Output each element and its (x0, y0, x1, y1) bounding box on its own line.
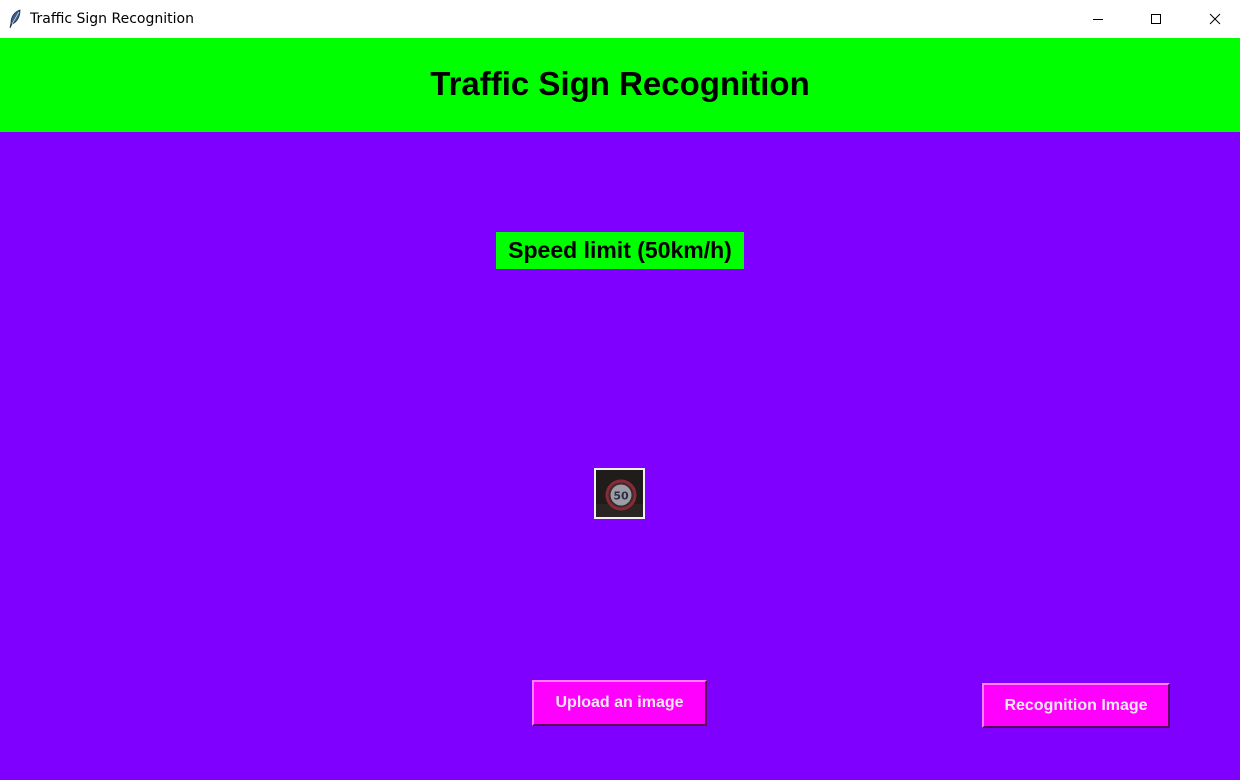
minimize-button[interactable] (1069, 0, 1127, 38)
upload-image-button[interactable]: Upload an image (532, 680, 707, 726)
close-button[interactable] (1186, 0, 1240, 38)
header-banner: Traffic Sign Recognition (0, 38, 1240, 132)
prediction-label: Speed limit (50km/h) (496, 232, 744, 269)
uploaded-image: 50 (594, 468, 645, 519)
app-window: Traffic Sign Recognition Traffic Sign Re… (0, 0, 1240, 780)
title-bar[interactable]: Traffic Sign Recognition (0, 0, 1240, 38)
page-title: Traffic Sign Recognition (430, 65, 810, 102)
close-icon (1209, 13, 1221, 25)
speed-limit-sign-icon: 50 (596, 470, 643, 517)
minimize-icon (1092, 13, 1104, 25)
recognition-image-button[interactable]: Recognition Image (982, 683, 1170, 728)
sign-number: 50 (613, 490, 629, 503)
window-title: Traffic Sign Recognition (30, 11, 194, 27)
feather-icon (8, 9, 22, 29)
maximize-icon (1150, 13, 1162, 25)
maximize-button[interactable] (1127, 0, 1185, 38)
